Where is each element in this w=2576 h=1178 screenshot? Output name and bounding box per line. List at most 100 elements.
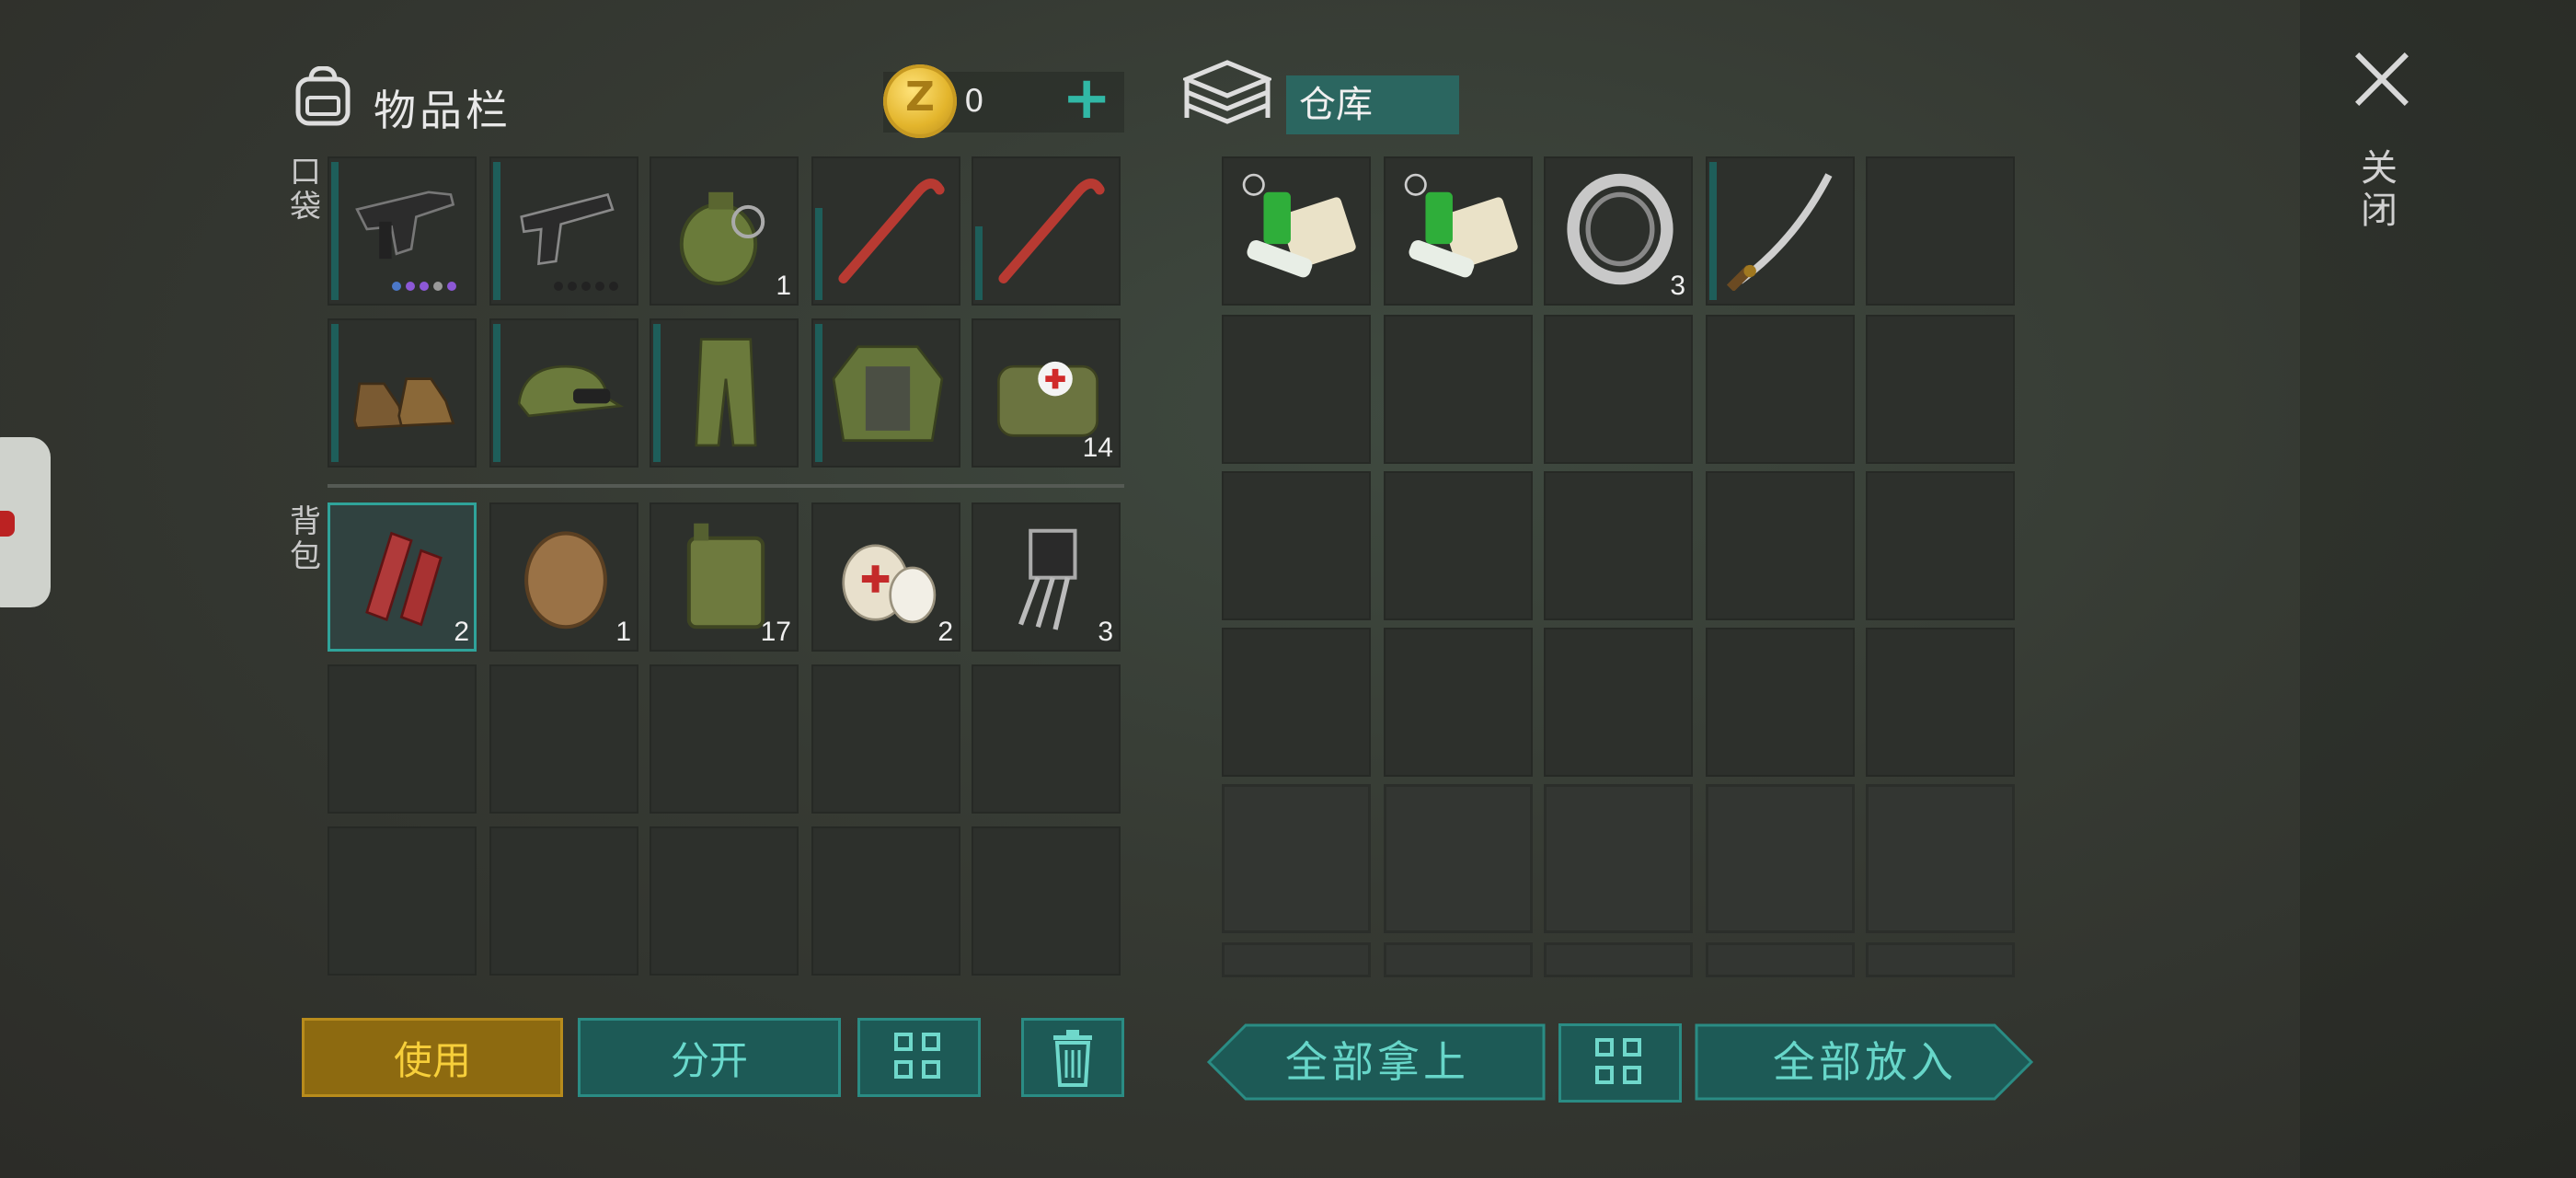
coin-panel: Z 0 + (883, 64, 1124, 138)
raw-meat-icon (365, 531, 443, 627)
backpack-slot-empty[interactable] (650, 826, 799, 976)
grid-icon (1595, 1038, 1645, 1088)
crowbar-icon (838, 179, 945, 283)
camo-cap-icon (517, 364, 625, 418)
rarity-dots (392, 277, 461, 294)
backpack-slot-fur[interactable]: 1 (489, 502, 638, 652)
storage-slot-empty[interactable] (1866, 471, 2015, 620)
pocket-slot-pants[interactable] (650, 318, 799, 468)
storage-slot-empty[interactable] (1222, 315, 1371, 464)
backpack-slot-empty[interactable] (328, 826, 477, 976)
side-chat-tab[interactable] (0, 437, 51, 607)
storage-slot-locked (1544, 942, 1693, 977)
pocket-slot-crowbar[interactable] (811, 156, 960, 306)
storage-slot-katana[interactable] (1706, 156, 1855, 306)
katana-icon (1726, 173, 1833, 291)
backpack-slot-empty[interactable] (972, 664, 1121, 814)
backpack-slot-empty[interactable] (328, 664, 477, 814)
close-icon[interactable] (2350, 48, 2414, 112)
storage-slot-empty[interactable] (1866, 156, 2015, 306)
take-all-button[interactable]: 全部拿上 (1207, 1022, 1547, 1103)
armored-jacket-icon (832, 345, 944, 442)
pocket-slot-crowbar[interactable] (972, 156, 1121, 306)
take-all-label: 全部拿上 (1285, 1037, 1469, 1087)
storage-slot-empty[interactable] (1544, 628, 1693, 777)
backpack-slot-bandage[interactable]: 2 (811, 502, 960, 652)
pocket-slot-boots[interactable] (328, 318, 477, 468)
pocket-slot-grenade[interactable]: 1 (650, 156, 799, 306)
storage-slot-empty[interactable] (1544, 471, 1693, 620)
backpack-slot-empty[interactable] (972, 826, 1121, 976)
put-all-label: 全部放入 (1773, 1037, 1957, 1087)
pocket-slot-pistol[interactable] (489, 156, 638, 306)
storage-slot-locked (1706, 784, 1855, 933)
coin-icon: Z (883, 64, 957, 138)
storage-slot-locked (1384, 942, 1533, 977)
storage-slot-empty[interactable] (1384, 471, 1533, 620)
put-all-button[interactable]: 全部放入 (1695, 1022, 2035, 1103)
grenade-icon (679, 191, 765, 285)
storage-slot-locked (1866, 784, 2015, 933)
storage-slot-empty[interactable] (1866, 628, 2015, 777)
storage-slot-empty[interactable] (1706, 628, 1855, 777)
medicine-kit-icon (1404, 173, 1518, 278)
backpack-slot-empty[interactable] (489, 664, 638, 814)
bandage-icon (842, 544, 937, 624)
storage-slot-empty[interactable] (1384, 315, 1533, 464)
pockets-label: 口袋 (290, 154, 321, 225)
add-coins-button[interactable]: + (1062, 66, 1111, 131)
storage-slot-empty[interactable] (1866, 315, 2015, 464)
backpack-slot-empty[interactable] (811, 664, 960, 814)
item-qty: 14 (1082, 433, 1113, 463)
storage-slot-empty[interactable] (1222, 471, 1371, 620)
boots-icon (353, 377, 455, 430)
storage-title[interactable]: 仓库 (1286, 75, 1459, 134)
sort-storage-button[interactable] (1558, 1023, 1682, 1103)
storage-slot-empty[interactable] (1222, 628, 1371, 777)
backpack-slot-meat[interactable]: 2 (328, 502, 477, 652)
pistol-icon (520, 192, 615, 266)
pocket-slot-cap[interactable] (489, 318, 638, 468)
crowbar-icon (998, 179, 1105, 283)
storage-slot-locked (1706, 942, 1855, 977)
storage-slot-medicine[interactable] (1384, 156, 1533, 306)
fur-icon (524, 531, 607, 629)
backpack-slot-transistor[interactable]: 3 (972, 502, 1121, 652)
storage-slot-bearing[interactable]: 3 (1544, 156, 1693, 306)
item-qty: 3 (1670, 271, 1685, 301)
grid-icon (894, 1033, 944, 1082)
backpack-slot-empty[interactable] (811, 826, 960, 976)
backpack-slot-empty[interactable] (489, 826, 638, 976)
storage-slot-empty[interactable] (1544, 315, 1693, 464)
pocket-slot-uzi[interactable] (328, 156, 477, 306)
item-qty: 3 (1098, 617, 1113, 647)
pocket-slot-medkit[interactable]: 14 (972, 318, 1121, 468)
transistor-icon (1018, 528, 1077, 630)
storage-slot-empty[interactable] (1706, 471, 1855, 620)
bearing-icon (1567, 173, 1673, 285)
backpack-slot-jerrycan[interactable]: 17 (650, 502, 799, 652)
pocket-slot-jacket[interactable] (811, 318, 960, 468)
backpack-slot-empty[interactable] (650, 664, 799, 814)
split-button[interactable]: 分开 (578, 1018, 841, 1097)
trash-icon (1053, 1030, 1092, 1087)
close-label[interactable]: 关闭 (2361, 147, 2398, 232)
coin-count: 0 (964, 83, 984, 120)
storage-slot-locked (1866, 942, 2015, 977)
sort-inventory-button[interactable] (857, 1018, 981, 1097)
storage-slot-locked (1544, 784, 1693, 933)
storage-slot-medicine[interactable] (1222, 156, 1371, 306)
storage-slot-locked (1384, 784, 1533, 933)
backpack-icon (291, 65, 355, 127)
item-qty: 2 (454, 617, 469, 647)
storage-slot-empty[interactable] (1384, 628, 1533, 777)
section-divider (328, 484, 1124, 488)
storage-slot-empty[interactable] (1706, 315, 1855, 464)
medicine-kit-icon (1242, 173, 1356, 278)
backpack-label: 背包 (290, 503, 321, 575)
trash-button[interactable] (1021, 1018, 1124, 1097)
storage-icon (1180, 59, 1274, 136)
right-shade (2300, 0, 2576, 1178)
inventory-title: 物品栏 (374, 86, 512, 135)
use-button[interactable]: 使用 (302, 1018, 563, 1097)
